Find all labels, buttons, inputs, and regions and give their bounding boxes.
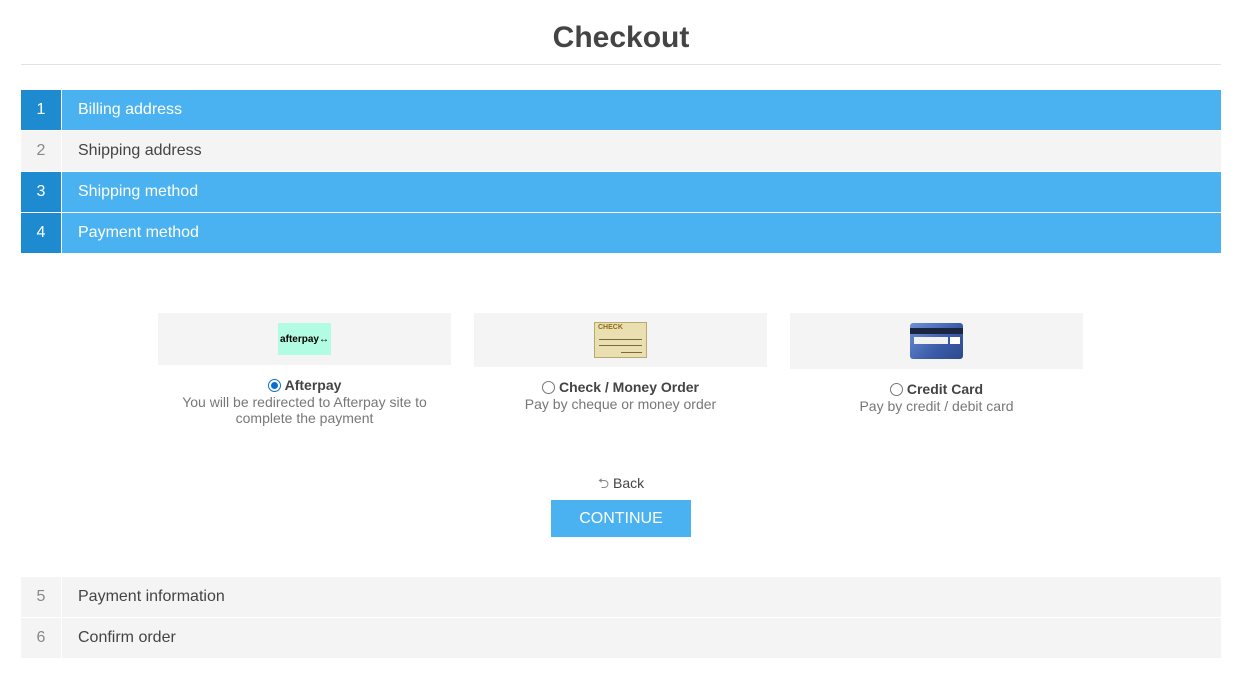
payment-option-afterpay[interactable]: afterpay↔ Afterpay You will be redirecte… [158,313,451,426]
step-number: 6 [21,618,62,658]
step-number: 4 [21,213,62,253]
payment-logo-container[interactable]: afterpay↔ [158,313,451,365]
afterpay-radio[interactable] [267,378,281,392]
step-label: Shipping method [78,183,199,200]
step-payment-information[interactable]: 5 Payment information [21,577,1221,617]
step-label: Shipping address [78,142,202,159]
page-title: Checkout [21,0,1221,65]
payment-logo-container[interactable] [790,313,1083,369]
payment-name[interactable]: Check / Money Order [559,379,699,395]
undo-arrow-icon: ⮌ [597,475,610,491]
credit-card-icon [910,323,963,359]
payment-option-credit-card[interactable]: Credit Card Pay by credit / debit card [790,313,1083,414]
card-signature [914,337,948,344]
step-shipping-address[interactable]: 2 Shipping address [21,131,1221,171]
step-number: 1 [21,90,62,130]
check-line [621,352,642,353]
payment-logo-container[interactable]: CHECK [474,313,767,367]
check-money-order-radio[interactable] [541,380,555,394]
payment-name[interactable]: Afterpay [285,377,342,393]
card-cvv [950,337,960,344]
card-stripe [910,328,963,334]
step-label: Confirm order [78,629,176,646]
back-link[interactable]: ⮌ Back [551,473,691,497]
payment-option-check[interactable]: CHECK Check / Money Order Pay by cheque … [474,313,767,412]
credit-card-radio[interactable] [889,382,903,396]
step-payment-method[interactable]: 4 Payment method [21,213,1221,253]
payment-description: Pay by credit / debit card [859,398,1014,414]
step-number: 5 [21,577,62,617]
step-billing-address[interactable]: 1 Billing address [21,90,1221,130]
step-label: Payment information [78,588,225,605]
check-line [599,345,642,346]
payment-name[interactable]: Credit Card [907,381,983,397]
back-label: Back [613,475,645,491]
payment-description: You will be redirected to Afterpay site … [182,394,427,426]
step-shipping-method[interactable]: 3 Shipping method [21,172,1221,212]
step-label: Payment method [78,224,199,241]
step-confirm-order[interactable]: 6 Confirm order [21,618,1221,658]
check-icon: CHECK [594,322,647,358]
check-logo-text: CHECK [598,324,623,331]
continue-button[interactable]: CONTINUE [551,500,691,537]
afterpay-logo-icon: afterpay↔ [278,323,331,355]
payment-description: Pay by cheque or money order [524,396,717,412]
step-label: Billing address [78,101,183,118]
check-line [599,339,642,340]
step-number: 2 [21,131,62,171]
step-number: 3 [21,172,62,212]
